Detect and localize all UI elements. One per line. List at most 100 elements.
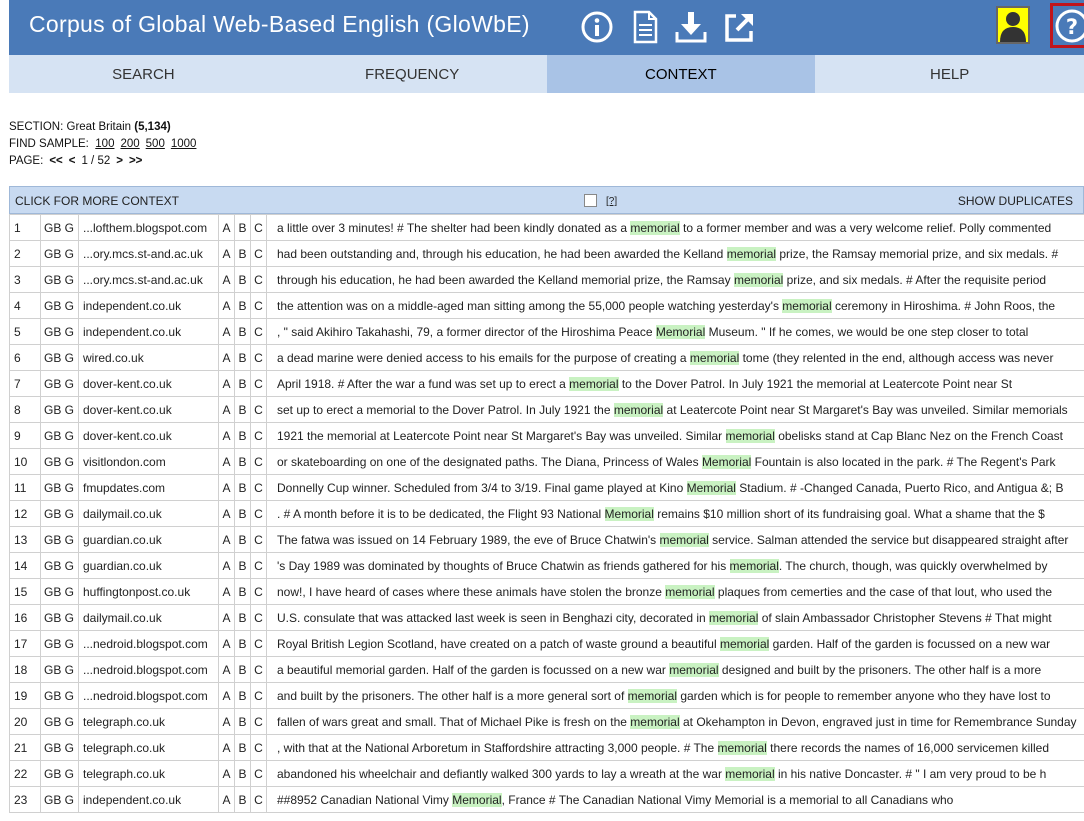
expand-c-button[interactable]: C bbox=[250, 370, 267, 397]
expand-a-button[interactable]: A bbox=[218, 708, 235, 735]
expand-c-button[interactable]: C bbox=[250, 318, 267, 345]
document-icon[interactable] bbox=[627, 8, 663, 46]
expand-c-button[interactable]: C bbox=[250, 344, 267, 371]
expand-b-button[interactable]: B bbox=[234, 734, 251, 761]
row-source[interactable]: huffingtonpost.co.uk bbox=[78, 578, 219, 605]
expand-b-button[interactable]: B bbox=[234, 682, 251, 709]
expand-b-button[interactable]: B bbox=[234, 786, 251, 813]
expand-a-button[interactable]: A bbox=[218, 422, 235, 449]
expand-a-button[interactable]: A bbox=[218, 344, 235, 371]
expand-a-button[interactable]: A bbox=[218, 682, 235, 709]
row-source[interactable]: guardian.co.uk bbox=[78, 552, 219, 579]
row-context[interactable]: fallen of wars great and small. That of … bbox=[266, 708, 1084, 735]
sample-link-1000[interactable]: 1000 bbox=[171, 138, 197, 150]
row-context[interactable]: through his education, he had been award… bbox=[266, 266, 1084, 293]
expand-b-button[interactable]: B bbox=[234, 240, 251, 267]
last-page-link[interactable]: >> bbox=[129, 155, 142, 167]
expand-c-button[interactable]: C bbox=[250, 708, 267, 735]
row-source[interactable]: dover-kent.co.uk bbox=[78, 422, 219, 449]
expand-b-button[interactable]: B bbox=[234, 708, 251, 735]
tab-help[interactable]: HELP bbox=[815, 55, 1084, 93]
row-context[interactable]: ##8952 Canadian National Vimy Memorial, … bbox=[266, 786, 1084, 813]
row-context[interactable]: set up to erect a memorial to the Dover … bbox=[266, 396, 1084, 423]
expand-a-button[interactable]: A bbox=[218, 266, 235, 293]
row-context[interactable]: a dead marine were denied access to his … bbox=[266, 344, 1084, 371]
expand-b-button[interactable]: B bbox=[234, 474, 251, 501]
help-icon[interactable]: ? bbox=[1050, 3, 1084, 48]
expand-a-button[interactable]: A bbox=[218, 552, 235, 579]
expand-c-button[interactable]: C bbox=[250, 760, 267, 787]
expand-c-button[interactable]: C bbox=[250, 474, 267, 501]
expand-c-button[interactable]: C bbox=[250, 396, 267, 423]
expand-c-button[interactable]: C bbox=[250, 682, 267, 709]
row-source[interactable]: ...lofthem.blogspot.com bbox=[78, 214, 219, 241]
expand-a-button[interactable]: A bbox=[218, 240, 235, 267]
expand-b-button[interactable]: B bbox=[234, 630, 251, 657]
expand-c-button[interactable]: C bbox=[250, 734, 267, 761]
row-source[interactable]: visitlondon.com bbox=[78, 448, 219, 475]
expand-b-button[interactable]: B bbox=[234, 214, 251, 241]
row-context[interactable]: Donnelly Cup winner. Scheduled from 3/4 … bbox=[266, 474, 1084, 501]
expand-a-button[interactable]: A bbox=[218, 604, 235, 631]
sample-link-500[interactable]: 500 bbox=[146, 138, 165, 150]
row-context[interactable]: abandoned his wheelchair and defiantly w… bbox=[266, 760, 1084, 787]
expand-a-button[interactable]: A bbox=[218, 630, 235, 657]
expand-b-button[interactable]: B bbox=[234, 292, 251, 319]
expand-a-button[interactable]: A bbox=[218, 292, 235, 319]
expand-a-button[interactable]: A bbox=[218, 474, 235, 501]
expand-c-button[interactable]: C bbox=[250, 500, 267, 527]
expand-c-button[interactable]: C bbox=[250, 552, 267, 579]
external-link-icon[interactable] bbox=[722, 8, 758, 46]
expand-c-button[interactable]: C bbox=[250, 422, 267, 449]
expand-c-button[interactable]: C bbox=[250, 604, 267, 631]
expand-a-button[interactable]: A bbox=[218, 214, 235, 241]
expand-b-button[interactable]: B bbox=[234, 422, 251, 449]
first-page-link[interactable]: << bbox=[49, 155, 62, 167]
expand-c-button[interactable]: C bbox=[250, 266, 267, 293]
row-context[interactable]: April 1918. # After the war a fund was s… bbox=[266, 370, 1084, 397]
expand-a-button[interactable]: A bbox=[218, 656, 235, 683]
row-context[interactable]: The fatwa was issued on 14 February 1989… bbox=[266, 526, 1084, 553]
expand-c-button[interactable]: C bbox=[250, 578, 267, 605]
user-profile-icon[interactable] bbox=[996, 6, 1030, 44]
row-context[interactable]: or skateboarding on one of the designate… bbox=[266, 448, 1084, 475]
expand-a-button[interactable]: A bbox=[218, 500, 235, 527]
row-source[interactable]: dover-kent.co.uk bbox=[78, 396, 219, 423]
expand-c-button[interactable]: C bbox=[250, 786, 267, 813]
row-context[interactable]: U.S. consulate that was attacked last we… bbox=[266, 604, 1084, 631]
expand-a-button[interactable]: A bbox=[218, 396, 235, 423]
row-source[interactable]: ...ory.mcs.st-and.ac.uk bbox=[78, 266, 219, 293]
row-context[interactable]: , with that at the National Arboretum in… bbox=[266, 734, 1084, 761]
expand-c-button[interactable]: C bbox=[250, 630, 267, 657]
expand-b-button[interactable]: B bbox=[234, 344, 251, 371]
expand-b-button[interactable]: B bbox=[234, 500, 251, 527]
expand-b-button[interactable]: B bbox=[234, 526, 251, 553]
expand-b-button[interactable]: B bbox=[234, 656, 251, 683]
row-source[interactable]: dover-kent.co.uk bbox=[78, 370, 219, 397]
row-source[interactable]: independent.co.uk bbox=[78, 318, 219, 345]
row-source[interactable]: dailymail.co.uk bbox=[78, 604, 219, 631]
expand-c-button[interactable]: C bbox=[250, 292, 267, 319]
row-source[interactable]: telegraph.co.uk bbox=[78, 760, 219, 787]
expand-c-button[interactable]: C bbox=[250, 656, 267, 683]
expand-a-button[interactable]: A bbox=[218, 734, 235, 761]
help-link[interactable]: [?] bbox=[606, 196, 617, 207]
expand-c-button[interactable]: C bbox=[250, 448, 267, 475]
expand-b-button[interactable]: B bbox=[234, 760, 251, 787]
row-context[interactable]: 1921 the memorial at Leatercote Point ne… bbox=[266, 422, 1084, 449]
info-icon[interactable] bbox=[579, 8, 615, 46]
row-context[interactable]: Royal British Legion Scotland, have crea… bbox=[266, 630, 1084, 657]
expand-b-button[interactable]: B bbox=[234, 604, 251, 631]
sample-link-100[interactable]: 100 bbox=[95, 138, 114, 150]
row-source[interactable]: fmupdates.com bbox=[78, 474, 219, 501]
expand-c-button[interactable]: C bbox=[250, 526, 267, 553]
expand-b-button[interactable]: B bbox=[234, 448, 251, 475]
row-source[interactable]: guardian.co.uk bbox=[78, 526, 219, 553]
row-context[interactable]: , " said Akihiro Takahashi, 79, a former… bbox=[266, 318, 1084, 345]
expand-a-button[interactable]: A bbox=[218, 370, 235, 397]
select-all-checkbox[interactable] bbox=[584, 194, 597, 207]
row-context[interactable]: and built by the prisoners. The other ha… bbox=[266, 682, 1084, 709]
expand-a-button[interactable]: A bbox=[218, 786, 235, 813]
expand-c-button[interactable]: C bbox=[250, 214, 267, 241]
expand-a-button[interactable]: A bbox=[218, 448, 235, 475]
